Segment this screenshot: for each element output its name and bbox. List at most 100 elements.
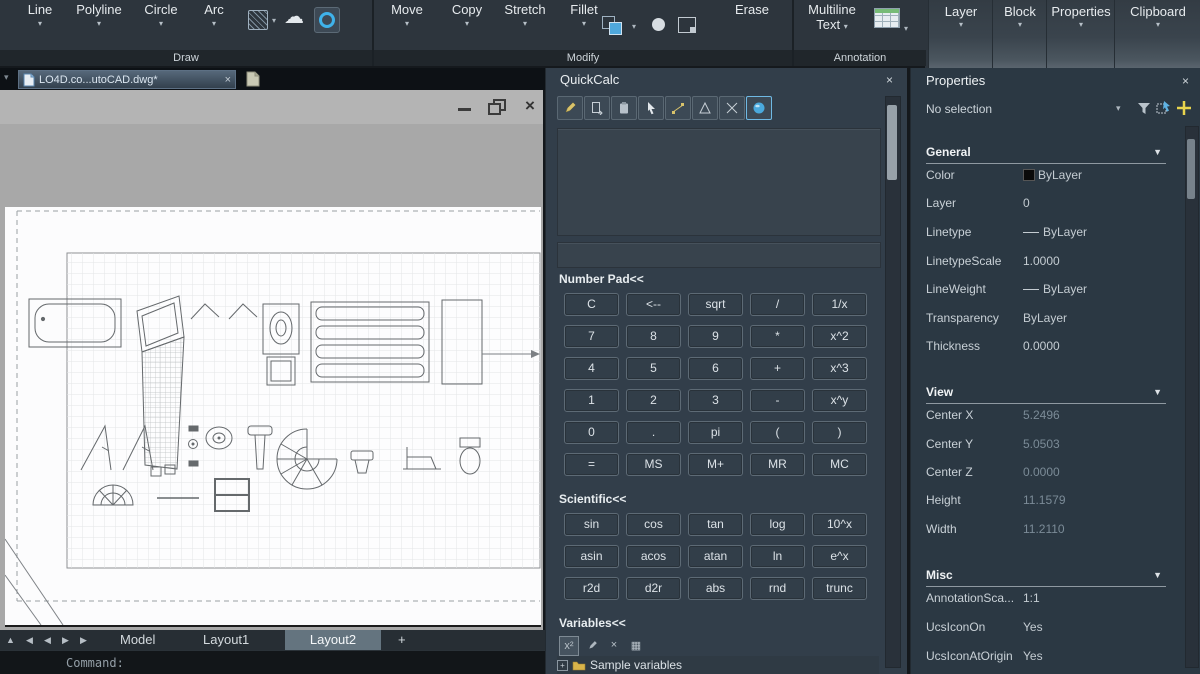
scrollbar-thumb[interactable] (1187, 139, 1195, 199)
scrollbar-thumb[interactable] (887, 105, 897, 180)
calc-key[interactable]: d2r (626, 577, 681, 600)
calc-key[interactable]: ( (750, 421, 805, 444)
calc-key[interactable]: / (750, 293, 805, 316)
calc-key[interactable]: sqrt (688, 293, 743, 316)
command-line[interactable]: Command: (0, 650, 545, 674)
property-value[interactable]: Yes (1023, 649, 1043, 663)
calc-key[interactable]: 8 (626, 325, 681, 348)
chevron-down-icon[interactable]: ▾ (272, 16, 276, 25)
chevron-down-icon[interactable]: ▾ (632, 22, 636, 31)
ribbon-panel-properties[interactable]: Properties ▾ (1046, 0, 1115, 68)
quickcalc-history-area[interactable] (557, 128, 881, 236)
chevron-down-icon[interactable]: ▾ (904, 24, 908, 33)
calc-key[interactable]: e^x (812, 545, 867, 568)
close-icon[interactable]: × (225, 74, 231, 86)
calc-key[interactable]: 6 (688, 357, 743, 380)
ribbon-button-stretch[interactable]: Stretch ▾ (498, 2, 552, 28)
nav-prev-icon[interactable]: ◀ (44, 634, 51, 646)
restore-button[interactable] (484, 96, 508, 116)
property-value[interactable]: 11.1579 (1023, 493, 1066, 507)
revision-cloud-icon[interactable]: ☁ (284, 4, 304, 29)
ribbon-button-erase[interactable]: Erase (728, 2, 776, 18)
calc-key[interactable]: 7 (564, 325, 619, 348)
new-variable-icon[interactable]: x² (559, 636, 579, 656)
collapse-triangle-icon[interactable]: ▼ (1153, 147, 1162, 157)
ribbon-button-arc[interactable]: Arc ▾ (194, 2, 234, 28)
calc-key[interactable]: atan (688, 545, 743, 568)
calc-key[interactable]: 2 (626, 389, 681, 412)
property-value[interactable]: 11.2110 (1023, 522, 1065, 536)
intersection-icon[interactable] (719, 96, 745, 120)
calc-key[interactable]: acos (626, 545, 681, 568)
edit-variable-icon[interactable] (583, 636, 601, 654)
paste-to-command-line-icon[interactable] (611, 96, 637, 120)
copy-objects-icon[interactable] (602, 16, 624, 36)
layout-menu-icon[interactable]: ▲ (6, 634, 15, 646)
calc-key[interactable]: asin (564, 545, 619, 568)
property-value[interactable]: ByLayer (1023, 282, 1087, 296)
trim-icon[interactable] (678, 17, 696, 33)
new-drawing-icon[interactable] (246, 71, 260, 87)
calc-key[interactable]: cos (626, 513, 681, 536)
modify-panel-strip[interactable]: Modify (374, 50, 792, 66)
ribbon-button-move[interactable]: Move ▾ (386, 2, 428, 28)
property-value[interactable]: ByLayer (1023, 225, 1087, 239)
ribbon-button-fillet[interactable]: Fillet ▾ (562, 2, 606, 28)
drawing-window-titlebar[interactable]: × (0, 90, 543, 124)
tab-layout2-active[interactable]: Layout2 (285, 630, 381, 650)
ribbon-button-circle[interactable]: Circle ▾ (138, 2, 184, 28)
calc-key[interactable]: 10^x (812, 513, 867, 536)
misc-section-header[interactable]: Misc ▼ (926, 568, 1166, 587)
calc-key[interactable]: MC (812, 453, 867, 476)
variable-tree-row[interactable]: + Sample variables (557, 656, 879, 674)
property-value[interactable]: ByLayer (1023, 168, 1082, 182)
add-layout-button[interactable]: + (398, 630, 406, 650)
scientific-section-header[interactable]: Scientific<< (559, 492, 626, 506)
ribbon-button-multiline-text[interactable]: Multiline Text ▾ (796, 2, 868, 34)
calc-key[interactable]: x^y (812, 389, 867, 412)
calc-key[interactable]: . (626, 421, 681, 444)
number-pad-section-header[interactable]: Number Pad<< (559, 272, 644, 286)
ribbon-button-copy[interactable]: Copy ▾ (446, 2, 488, 28)
quickcalc-input-field[interactable] (557, 242, 881, 268)
calc-key[interactable]: 3 (688, 389, 743, 412)
property-value[interactable]: Yes (1023, 620, 1043, 634)
calc-key[interactable]: 1 (564, 389, 619, 412)
calc-key[interactable]: 9 (688, 325, 743, 348)
properties-scrollbar[interactable] (1185, 126, 1199, 668)
property-value[interactable]: 1.0000 (1023, 254, 1060, 268)
drawing-canvas[interactable] (4, 207, 541, 626)
annotation-panel-strip[interactable]: Annotation (794, 50, 926, 66)
calc-key[interactable]: ln (750, 545, 805, 568)
calc-key[interactable]: abs (688, 577, 743, 600)
tab-menu-caret-icon[interactable]: ▾ (4, 72, 9, 83)
calc-key[interactable]: 4 (564, 357, 619, 380)
delete-variable-icon[interactable]: × (605, 636, 623, 654)
general-section-header[interactable]: General ▼ (926, 145, 1166, 164)
clear-icon[interactable] (557, 96, 583, 120)
property-value[interactable]: 1:1 (1023, 591, 1040, 605)
ribbon-panel-clipboard[interactable]: Clipboard ▾ (1114, 0, 1200, 68)
property-value[interactable]: 0.0000 (1023, 339, 1060, 353)
nav-next-icon[interactable]: ▶ (62, 634, 69, 646)
calc-key[interactable]: = (564, 453, 619, 476)
calc-key[interactable]: * (750, 325, 805, 348)
ribbon-panel-block[interactable]: Block ▾ (992, 0, 1047, 68)
calculator-icon[interactable]: ▦ (627, 636, 645, 654)
calc-key[interactable]: 1/x (812, 293, 867, 316)
close-button[interactable]: × (518, 96, 542, 116)
draw-panel-strip[interactable]: Draw (0, 50, 372, 66)
calc-key[interactable]: x^2 (812, 325, 867, 348)
angle-of-line-icon[interactable] (692, 96, 718, 120)
property-value[interactable]: 0.0000 (1023, 465, 1060, 479)
calc-key[interactable]: x^3 (812, 357, 867, 380)
calc-key[interactable]: r2d (564, 577, 619, 600)
calc-key[interactable]: MR (750, 453, 805, 476)
property-value[interactable]: 5.2496 (1023, 408, 1060, 422)
calc-key[interactable]: MS (626, 453, 681, 476)
center-mark-icon[interactable] (314, 7, 340, 33)
select-objects-icon[interactable] (1155, 99, 1173, 122)
calc-key[interactable]: C (564, 293, 619, 316)
variables-section-header[interactable]: Variables<< (559, 616, 626, 630)
expand-icon[interactable]: + (557, 659, 568, 671)
